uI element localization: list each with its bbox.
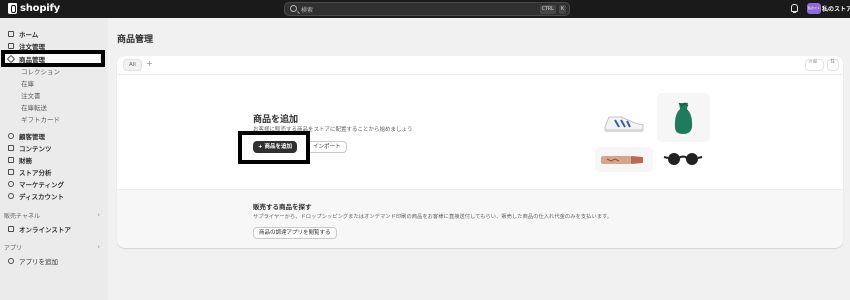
- sidebar-subitem-transfers[interactable]: 在庫転送: [21, 101, 117, 112]
- sidebar-item-discounts[interactable]: ディスカウント: [8, 190, 104, 201]
- sidebar-item-label: オンラインストア: [19, 225, 71, 234]
- sidebar-subitem-label: 注文書: [21, 91, 41, 100]
- shopify-logo[interactable]: shopify: [8, 3, 60, 14]
- sidebar-item-marketing[interactable]: マーケティング: [8, 178, 104, 189]
- vase-illustration: [657, 93, 710, 142]
- shopify-bag-icon: [8, 3, 17, 14]
- page-title: 商品管理: [117, 35, 154, 45]
- sidebar-item-label: ディスカウント: [19, 192, 65, 201]
- sidebar-item-analytics[interactable]: ストア分析: [8, 166, 104, 177]
- apps-section[interactable]: アプリ ›: [4, 243, 100, 252]
- search-placeholder: 検索: [301, 7, 314, 14]
- sidebar-subitem-label: 在庫転送: [21, 103, 47, 112]
- products-card: All + ⌕≡ ⇅ 商品を追加 お客様に販売する商品をストアに配置することから…: [117, 56, 843, 248]
- sidebar-item-home[interactable]: ホーム: [8, 28, 104, 39]
- plus-circle-icon: [8, 257, 14, 264]
- sidebar-item-label: コンテンツ: [19, 144, 52, 153]
- sidebar-item-add-apps[interactable]: アプリを追加: [8, 255, 104, 266]
- sidebar-item-finance[interactable]: 財務: [8, 154, 104, 165]
- browse-sourcing-apps-button[interactable]: 商品の調達アプリを閲覧する: [253, 227, 337, 239]
- shortcut-ctrl-badge: CTRL: [540, 5, 557, 14]
- finance-icon: [8, 156, 14, 163]
- sidebar-item-label: 注文管理: [19, 42, 45, 51]
- avatar[interactable]: 私のスト: [807, 3, 821, 14]
- search-input[interactable]: 検索 CTRL K: [284, 2, 570, 16]
- top-bar: shopify 検索 CTRL K 私のスト 私のストア: [0, 0, 850, 18]
- tab-all[interactable]: All: [123, 59, 142, 71]
- sunglasses-illustration: [657, 147, 710, 172]
- content-icon: [8, 144, 14, 151]
- tabs-bar: All + ⌕≡ ⇅: [117, 56, 843, 75]
- sneaker-illustration: [595, 105, 653, 138]
- sidebar-subitem-inventory[interactable]: 在庫: [21, 77, 117, 88]
- sidebar-item-label: 財務: [19, 156, 32, 165]
- analytics-icon: [8, 168, 14, 175]
- empty-state-title: 商品を追加: [253, 115, 299, 125]
- sort-icon: ⇅: [830, 58, 836, 65]
- discover-description: サプライヤーから、ドロップシッピングまたはオンデマンド印刷の商品をお客様に直接送…: [253, 214, 613, 220]
- sidebar-item-content[interactable]: コンテンツ: [8, 142, 104, 153]
- sidebar-subitem-label: コレクション: [21, 67, 60, 76]
- bell-icon[interactable]: [791, 4, 798, 13]
- marketing-icon: [8, 180, 14, 187]
- search-icon: [290, 5, 297, 12]
- sales-channels-label: 販売チャネル: [4, 213, 40, 220]
- chevron-right-icon: ›: [97, 243, 100, 251]
- sidebar-subitem-label: 在庫: [21, 79, 34, 88]
- import-button[interactable]: インポート: [307, 141, 347, 153]
- store-name[interactable]: 私のストア: [822, 4, 850, 13]
- sidebar-item-label: ホーム: [19, 30, 39, 39]
- chevron-right-icon: ›: [97, 211, 100, 219]
- search-icon: ⌕≡: [809, 58, 818, 65]
- home-icon: [8, 30, 14, 37]
- sidebar-item-label: マーケティング: [19, 180, 64, 189]
- add-view-button[interactable]: +: [146, 59, 153, 68]
- sidebar-item-label: 顧客管理: [19, 132, 45, 141]
- annotation-highlight-add-product: [238, 131, 310, 164]
- apps-label: アプリ: [4, 245, 23, 252]
- lipstick-illustration: [595, 147, 653, 172]
- online-store-icon: [8, 225, 14, 232]
- sidebar-item-label: ストア分析: [19, 168, 52, 177]
- shortcut-k-badge: K: [559, 5, 567, 14]
- sidebar-item-online-store[interactable]: オンラインストア: [8, 223, 104, 234]
- annotation-highlight-products: [1, 50, 105, 67]
- logo-text: shopify: [20, 3, 60, 14]
- discover-title: 販売する商品を探す: [253, 203, 312, 211]
- sidebar-subitem-label: ギフトカード: [21, 115, 60, 124]
- sales-channels-section[interactable]: 販売チャネル ›: [4, 211, 100, 220]
- discount-icon: [8, 192, 14, 199]
- orders-icon: [8, 42, 14, 49]
- sidebar-subitem-gift-cards[interactable]: ギフトカード: [21, 113, 117, 124]
- sidebar-subitem-purchase-orders[interactable]: 注文書: [21, 89, 117, 100]
- sidebar-item-label: アプリを追加: [19, 257, 58, 266]
- customers-icon: [8, 132, 14, 139]
- sidebar-item-customers[interactable]: 顧客管理: [8, 130, 104, 141]
